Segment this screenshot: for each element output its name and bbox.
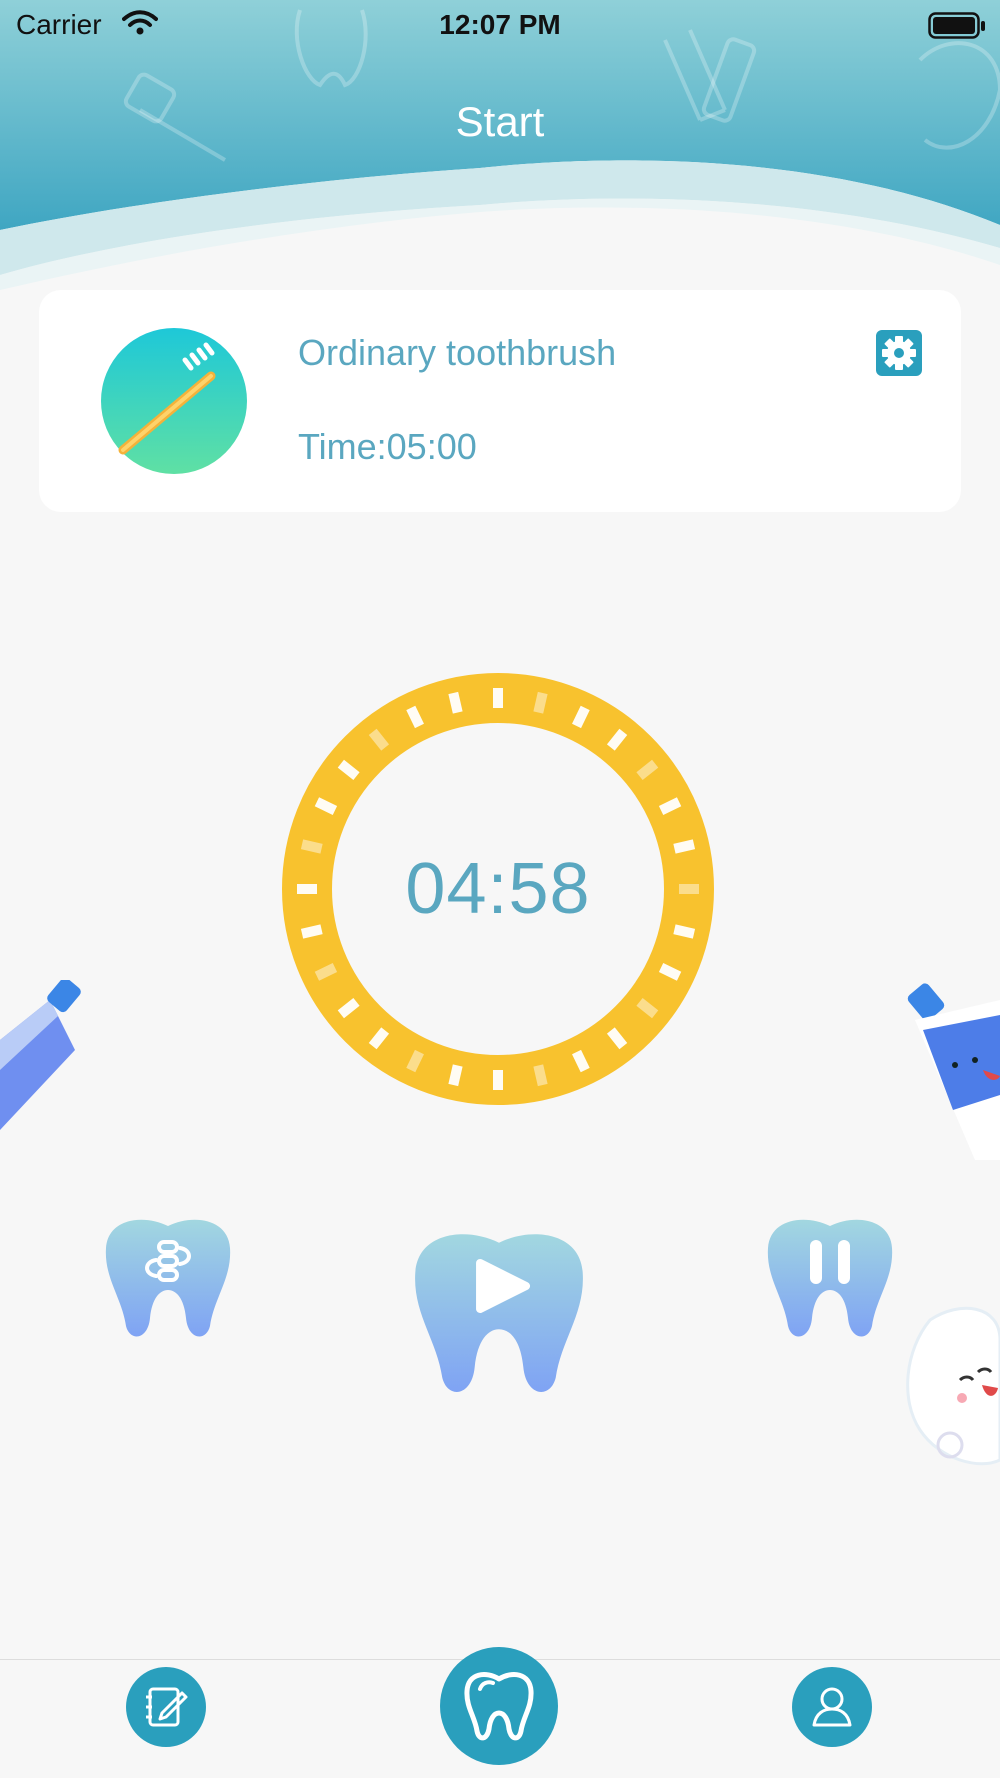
gear-icon — [882, 336, 916, 370]
play-button[interactable] — [412, 1232, 586, 1399]
tab-profile[interactable] — [792, 1667, 872, 1747]
timer-readout: 04:58 — [405, 849, 591, 929]
tooth-icon — [464, 1672, 534, 1741]
brush-name: Ordinary toothbrush — [298, 332, 617, 373]
status-time: 12:07 PM — [439, 9, 561, 40]
toothbrush-card[interactable]: Ordinary toothbrush Time:05:00 — [39, 290, 961, 512]
pause-icon — [767, 1219, 893, 1337]
status-bar: Carrier 12:07 PM — [0, 0, 1000, 50]
play-icon — [415, 1234, 583, 1392]
mode-switch-button[interactable] — [104, 1218, 232, 1343]
pause-button[interactable] — [766, 1218, 894, 1343]
user-icon — [812, 1687, 852, 1727]
note-edit-icon — [146, 1687, 188, 1727]
toothpaste-right-decoration — [907, 983, 1000, 1160]
page-title: Start — [455, 98, 545, 145]
tab-records[interactable] — [126, 1667, 206, 1747]
countdown-timer: 04:58 — [281, 672, 715, 1106]
settings-button[interactable] — [876, 330, 922, 376]
brush-duration: Time:05:00 — [298, 426, 477, 467]
header: Carrier 12:07 PM Start — [0, 0, 1000, 290]
battery-icon — [928, 12, 985, 39]
toothbrush-icon — [101, 328, 247, 474]
tab-bar — [0, 1647, 1000, 1778]
tooth-swap-icon — [105, 1219, 231, 1337]
tab-brush[interactable] — [440, 1647, 558, 1765]
toothpaste-left-decoration — [0, 980, 81, 1130]
